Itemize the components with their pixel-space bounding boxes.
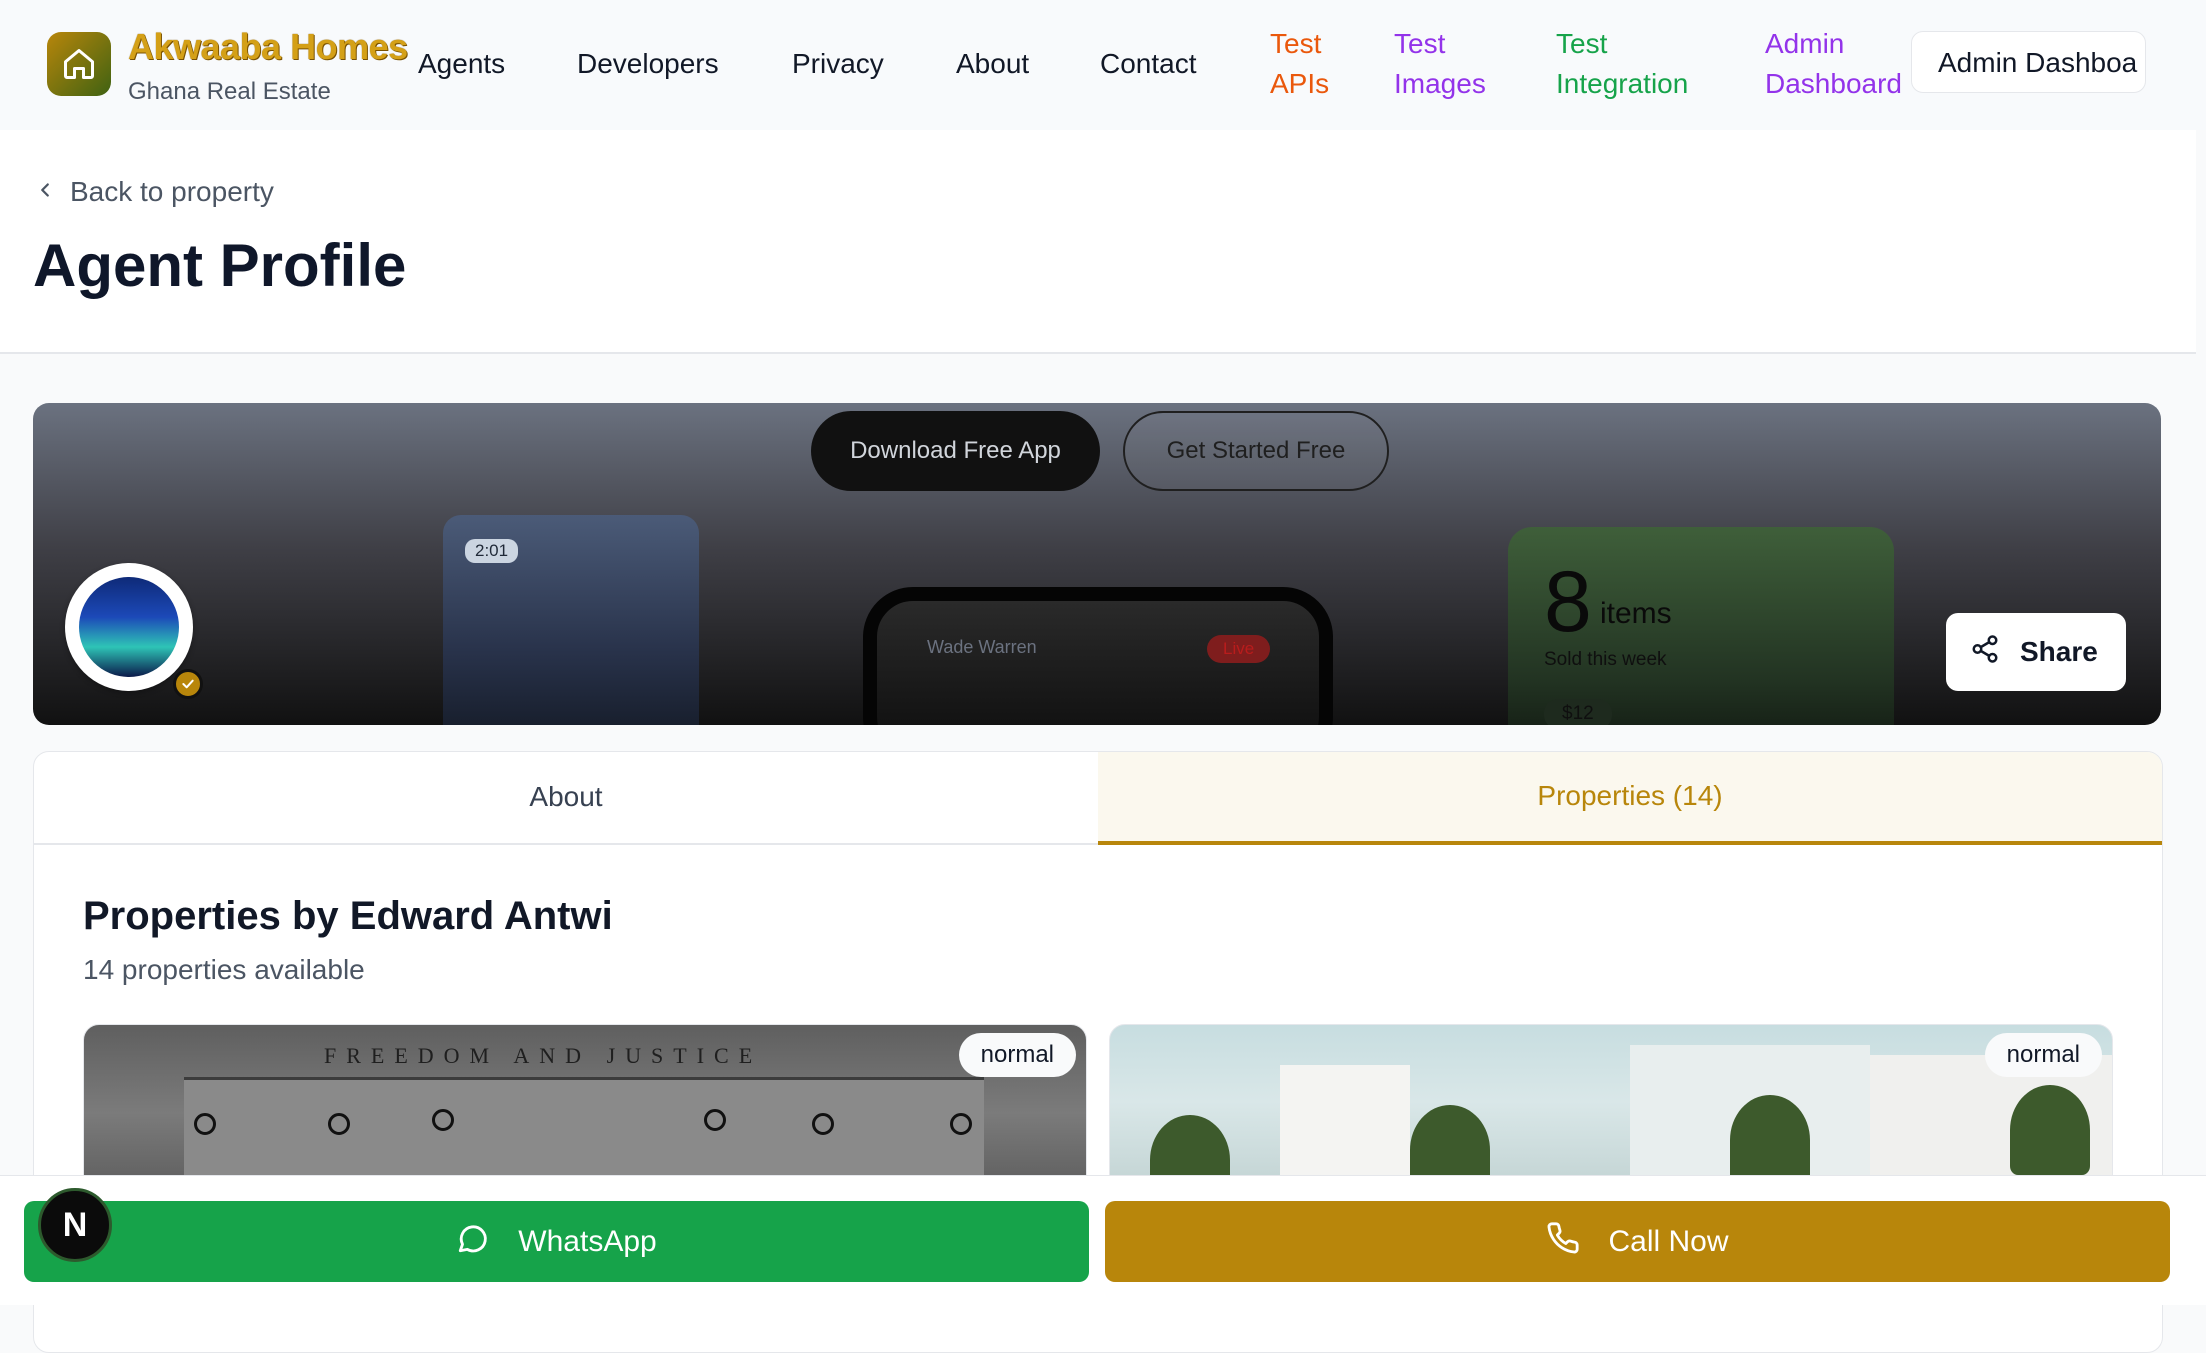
page-title: Agent Profile <box>33 232 407 299</box>
image-detail <box>432 1109 454 1131</box>
mock-name-label: Wade Warren <box>927 637 1037 657</box>
nav-contact[interactable]: Contact <box>1100 44 1197 84</box>
chevron-left-icon <box>34 176 56 208</box>
share-label: Share <box>2020 636 2098 667</box>
nav-admin-dashboard[interactable]: Admin Dashboard <box>1765 24 1915 104</box>
agent-avatar[interactable] <box>65 563 193 691</box>
image-detail <box>194 1113 216 1135</box>
page-header: Back to property Agent Profile <box>0 130 2196 354</box>
property-image-caption: FREEDOM AND JUSTICE <box>324 1043 763 1068</box>
dev-tools-badge[interactable]: N <box>38 1188 112 1262</box>
cover-mock-card: 2:01 <box>443 515 699 725</box>
image-detail <box>704 1109 726 1131</box>
property-type-badge: normal <box>1984 1033 2102 1077</box>
home-logo-icon[interactable] <box>47 32 111 96</box>
image-detail <box>812 1113 834 1135</box>
nav-test-apis[interactable]: Test APIs <box>1270 24 1370 104</box>
cover-mock-phone: Wade Warren Live <box>863 587 1333 725</box>
nav-test-integration[interactable]: Test Integration <box>1556 24 1716 104</box>
call-now-button[interactable]: Call Now <box>1105 1201 2170 1282</box>
whatsapp-icon <box>456 1221 490 1263</box>
brand-name[interactable]: Akwaaba Homes <box>128 26 408 68</box>
image-detail <box>950 1113 972 1135</box>
mock-price-label: $12 <box>1544 699 1612 725</box>
mock-count: 8 <box>1544 554 1592 650</box>
nav-agents[interactable]: Agents <box>418 44 505 84</box>
call-now-label: Call Now <box>1608 1224 1729 1258</box>
verified-badge-icon <box>173 669 203 699</box>
mock-sold-label: Sold this week <box>1544 649 1667 670</box>
tab-about[interactable]: About <box>34 752 1098 845</box>
admin-dashboard-button[interactable]: Admin Dashboa <box>1911 31 2146 93</box>
whatsapp-label: WhatsApp <box>518 1224 657 1258</box>
share-button[interactable]: Share <box>1946 613 2126 691</box>
nav-test-images[interactable]: Test Images <box>1394 24 1514 104</box>
mock-time-label: 2:01 <box>465 539 519 563</box>
get-started-free-button[interactable]: Get Started Free <box>1123 411 1389 491</box>
property-image <box>1730 1095 1810 1185</box>
brand-subtitle: Ghana Real Estate <box>128 78 331 105</box>
cover-mock-stats-card: 8 items Sold this week $12 <box>1508 527 1894 725</box>
mock-live-badge: Live <box>1207 635 1271 663</box>
whatsapp-button[interactable]: WhatsApp <box>24 1201 1089 1282</box>
share-icon <box>1970 634 2000 671</box>
nav-developers[interactable]: Developers <box>577 44 719 84</box>
download-free-app-button[interactable]: Download Free App <box>811 411 1100 491</box>
top-navbar: Akwaaba Homes Ghana Real Estate Agents D… <box>0 0 2206 130</box>
nav-about[interactable]: About <box>956 44 1029 84</box>
tab-properties[interactable]: Properties (14) <box>1098 752 2162 845</box>
properties-count: 14 properties available <box>83 954 365 985</box>
nav-privacy[interactable]: Privacy <box>792 44 884 84</box>
back-to-property-link[interactable]: Back to property <box>34 176 274 208</box>
back-link-label: Back to property <box>70 176 274 207</box>
properties-heading: Properties by Edward Antwi <box>83 894 613 938</box>
mock-items-label: items <box>1600 597 1672 630</box>
contact-action-bar: WhatsApp Call Now <box>0 1175 2206 1305</box>
image-detail <box>328 1113 350 1135</box>
property-image <box>2010 1085 2090 1175</box>
property-type-badge: normal <box>958 1033 1076 1077</box>
avatar-image <box>79 577 179 677</box>
agent-cover-banner: Download Free App Get Started Free 2:01 … <box>33 403 2161 725</box>
phone-icon <box>1546 1221 1580 1263</box>
